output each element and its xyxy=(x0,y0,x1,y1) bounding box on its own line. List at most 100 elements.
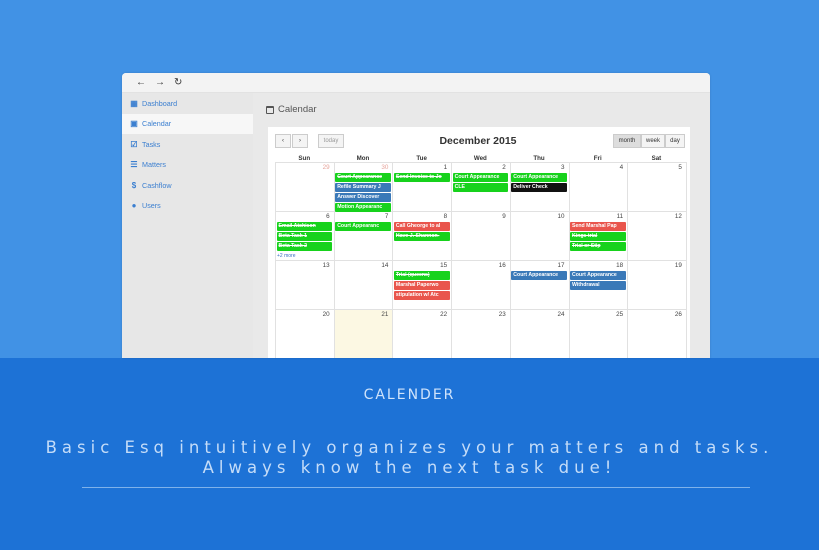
day-number[interactable]: 14 xyxy=(368,262,388,269)
day-number[interactable]: 9 xyxy=(486,213,506,220)
app-window: ← → ↻ ▦ Dashboard ▣ Calendar ☑ Tasks ☰ M… xyxy=(122,73,710,358)
calendar-event[interactable]: Beta Task 2 xyxy=(276,242,333,251)
calendar-event[interactable]: Trial (queens) xyxy=(393,271,450,280)
calendar-event[interactable]: Send Invoice to Jo xyxy=(393,173,450,182)
calendar-event[interactable]: Court Appearance xyxy=(335,173,391,182)
day-number[interactable]: 8 xyxy=(427,213,448,220)
sidebar-item-label: Cashflow xyxy=(142,180,172,190)
user-icon: ● xyxy=(131,201,137,211)
day-number[interactable]: 2 xyxy=(486,164,506,171)
calendar-title: December 2015 xyxy=(439,135,517,147)
calendar-event[interactable]: Beta Task 1 xyxy=(276,232,333,241)
day-of-week-header: Mon xyxy=(356,155,370,162)
browser-toolbar: ← → ↻ xyxy=(122,73,710,93)
day-number[interactable]: 4 xyxy=(603,164,624,171)
day-number[interactable]: 11 xyxy=(603,213,624,220)
grid-line xyxy=(275,162,686,163)
calendar-event[interactable]: Court Appearance xyxy=(511,173,567,182)
day-number[interactable]: 30 xyxy=(368,164,388,171)
calendar-event[interactable]: Email Atchison xyxy=(276,222,333,231)
sidebar-item-label: Users xyxy=(142,201,161,211)
day-number[interactable]: 3 xyxy=(545,164,565,171)
forward-arrow-icon[interactable]: → xyxy=(155,77,165,88)
calendar-event[interactable]: Kings trial xyxy=(570,232,626,241)
sidebar-item-tasks[interactable]: ☑ Tasks xyxy=(122,134,253,155)
reload-icon[interactable]: ↻ xyxy=(174,77,182,88)
feature-heading: CALENDER xyxy=(363,387,456,403)
calendar-event[interactable]: stipulation w/ Atc xyxy=(393,291,450,300)
day-number[interactable]: 19 xyxy=(662,262,682,269)
grid-line xyxy=(627,162,629,358)
day-number[interactable]: 22 xyxy=(427,311,447,318)
dashboard-icon: ▦ xyxy=(130,98,138,108)
page-title-text: Calendar xyxy=(278,104,317,115)
dollar-icon: $ xyxy=(131,180,137,190)
description-line-1: Basic Esq intuitively organizes your mat… xyxy=(45,438,774,457)
day-number[interactable]: 12 xyxy=(662,213,682,220)
calendar-event[interactable]: CLE xyxy=(452,183,509,192)
day-number[interactable]: 20 xyxy=(310,311,330,318)
calendar-event[interactable]: Trial or Stip xyxy=(570,242,626,251)
day-number[interactable]: 29 xyxy=(310,164,330,171)
main-content: Calendar ‹ › today December 2015 month w… xyxy=(253,93,710,358)
calendar-event[interactable]: Marshal Paperwo xyxy=(393,281,450,290)
week-view-button[interactable]: week xyxy=(641,134,665,148)
day-number[interactable]: 25 xyxy=(603,311,623,318)
day-number[interactable]: 6 xyxy=(310,213,330,220)
day-number[interactable]: 21 xyxy=(368,311,388,318)
day-number[interactable]: 5 xyxy=(662,164,682,171)
day-number[interactable]: 1 xyxy=(427,164,448,171)
calendar-event[interactable]: Deliver Check xyxy=(511,183,567,192)
day-number[interactable]: 24 xyxy=(545,311,564,318)
calendar-event[interactable]: Withdrawal xyxy=(570,281,626,290)
sidebar-item-label: Calendar xyxy=(142,119,172,129)
calendar-event[interactable]: Send Marshal Pap xyxy=(570,222,626,231)
day-number[interactable]: 13 xyxy=(310,262,330,269)
calendar-event[interactable]: Court Appearanc xyxy=(335,222,391,231)
calendar-event[interactable]: Court Appearance xyxy=(511,271,567,280)
sidebar-item-label: Tasks xyxy=(142,139,161,149)
sidebar-item-dashboard[interactable]: ▦ Dashboard xyxy=(122,93,253,114)
sidebar-item-cashflow[interactable]: $ Cashflow xyxy=(122,175,253,196)
calendar-event[interactable]: Motion Appearanc xyxy=(335,203,391,212)
day-number[interactable]: 15 xyxy=(427,262,447,269)
back-arrow-icon[interactable]: ← xyxy=(136,77,146,88)
sidebar-item-label: Dashboard xyxy=(142,98,178,108)
sidebar-item-users[interactable]: ● Users xyxy=(122,196,253,217)
calendar-event[interactable]: Answer Discover xyxy=(335,193,391,202)
day-number[interactable]: 26 xyxy=(662,311,682,318)
calendar-event[interactable]: Court Appearance xyxy=(570,271,626,280)
day-number[interactable]: 7 xyxy=(368,213,389,220)
list-icon: ☰ xyxy=(130,160,138,170)
calendar-icon: ▣ xyxy=(130,119,138,129)
grid-line xyxy=(451,162,453,358)
grid-line xyxy=(392,162,394,358)
page-title: Calendar xyxy=(266,104,317,115)
today-button[interactable]: today xyxy=(318,134,344,148)
sidebar-item-label: Matters xyxy=(142,160,166,170)
day-number[interactable]: 18 xyxy=(603,262,623,269)
day-of-week-header: Sun xyxy=(298,155,311,162)
day-number[interactable]: 23 xyxy=(486,311,506,318)
day-number[interactable]: 16 xyxy=(486,262,506,269)
grid-line xyxy=(275,260,686,261)
divider xyxy=(82,487,750,488)
day-of-week-header: Fri xyxy=(593,155,602,162)
next-month-button[interactable]: › xyxy=(292,134,308,148)
day-view-button[interactable]: day xyxy=(665,134,685,148)
feature-description: Basic Esq intuitively organizes your mat… xyxy=(0,438,819,478)
calendar-event[interactable]: Have J. Shannon- xyxy=(393,232,450,241)
more-events-link[interactable]: +2 more xyxy=(277,253,295,259)
calendar-icon xyxy=(266,105,274,114)
day-number[interactable]: 17 xyxy=(545,262,564,269)
checkbox-icon: ☑ xyxy=(130,139,138,149)
calendar-event[interactable]: Refile Summary J xyxy=(335,183,391,192)
month-view-button[interactable]: month xyxy=(613,134,641,148)
sidebar: ▦ Dashboard ▣ Calendar ☑ Tasks ☰ Matters… xyxy=(122,93,253,358)
calendar-event[interactable]: Call Gheorge to al xyxy=(393,222,450,231)
calendar-event[interactable]: Court Appearance xyxy=(452,173,509,182)
sidebar-item-matters[interactable]: ☰ Matters xyxy=(122,155,253,176)
sidebar-item-calendar[interactable]: ▣ Calendar xyxy=(122,113,253,134)
day-number[interactable]: 10 xyxy=(545,213,564,220)
prev-month-button[interactable]: ‹ xyxy=(275,134,291,148)
